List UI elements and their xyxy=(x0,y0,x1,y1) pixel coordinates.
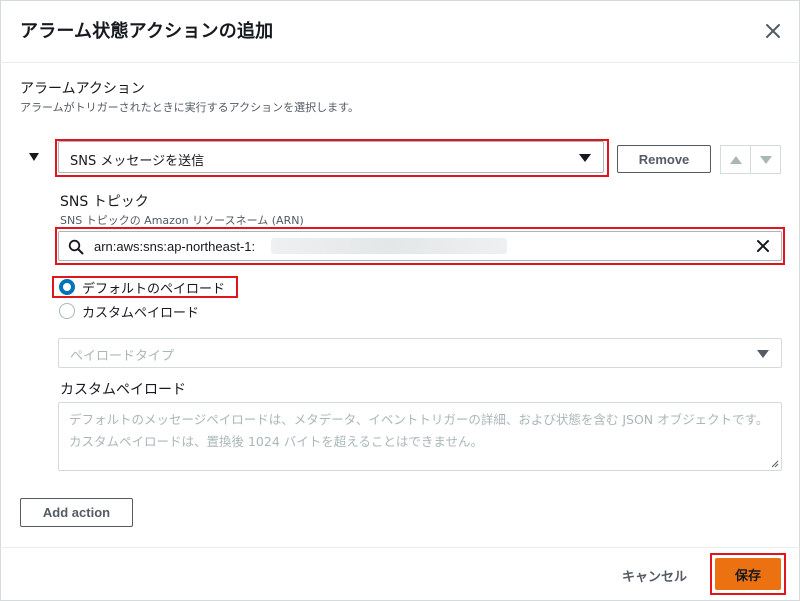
close-icon[interactable] xyxy=(760,18,786,44)
custom-payload-label: カスタムペイロード xyxy=(60,382,186,398)
sns-topic-label: SNS トピック xyxy=(60,194,149,210)
dialog-header: アラーム状態アクションの追加 xyxy=(0,0,800,63)
radio-default-payload-label: デフォルトのペイロード xyxy=(82,282,226,297)
search-icon xyxy=(68,239,84,255)
caret-down-icon xyxy=(579,154,591,162)
resize-grip-icon[interactable] xyxy=(771,460,779,468)
dialog-title: アラーム状態アクションの追加 xyxy=(20,21,274,42)
move-down-button[interactable] xyxy=(750,145,781,174)
section-title: アラームアクション xyxy=(20,81,145,97)
custom-payload-textarea[interactable]: デフォルトのメッセージペイロードは、メタデータ、イベントトリガーの詳細、および状… xyxy=(58,402,782,471)
sns-topic-value: arn:aws:sns:ap-northeast-1: xyxy=(94,239,256,254)
payload-type-placeholder: ペイロードタイプ xyxy=(70,349,175,364)
section-description: アラームがトリガーされたときに実行するアクションを選択します。 xyxy=(20,101,360,114)
chevron-down-icon xyxy=(759,155,772,164)
caret-down-icon xyxy=(757,350,769,358)
action-type-value: SNS メッセージを送信 xyxy=(70,154,205,169)
footer-divider xyxy=(0,547,800,548)
caret-down-icon[interactable] xyxy=(28,151,40,163)
sns-topic-input[interactable]: arn:aws:sns:ap-northeast-1: xyxy=(58,231,782,261)
payload-type-select[interactable]: ペイロードタイプ xyxy=(58,338,782,368)
cancel-button[interactable]: キャンセル xyxy=(622,566,687,585)
clear-icon[interactable] xyxy=(755,238,771,254)
action-type-select[interactable]: SNS メッセージを送信 xyxy=(58,141,604,173)
save-button[interactable]: 保存 xyxy=(715,558,781,590)
redacted-area xyxy=(271,238,507,254)
radio-custom-payload[interactable] xyxy=(59,303,75,319)
move-up-button[interactable] xyxy=(720,145,751,174)
radio-custom-payload-label: カスタムペイロード xyxy=(82,306,200,321)
chevron-up-icon xyxy=(729,155,742,164)
add-action-button[interactable]: Add action xyxy=(20,498,133,527)
remove-button[interactable]: Remove xyxy=(617,145,711,173)
sns-topic-description: SNS トピックの Amazon リソースネーム (ARN) xyxy=(60,214,304,227)
custom-payload-placeholder: デフォルトのメッセージペイロードは、メタデータ、イベントトリガーの詳細、および状… xyxy=(69,412,769,449)
radio-default-payload[interactable] xyxy=(59,279,75,295)
